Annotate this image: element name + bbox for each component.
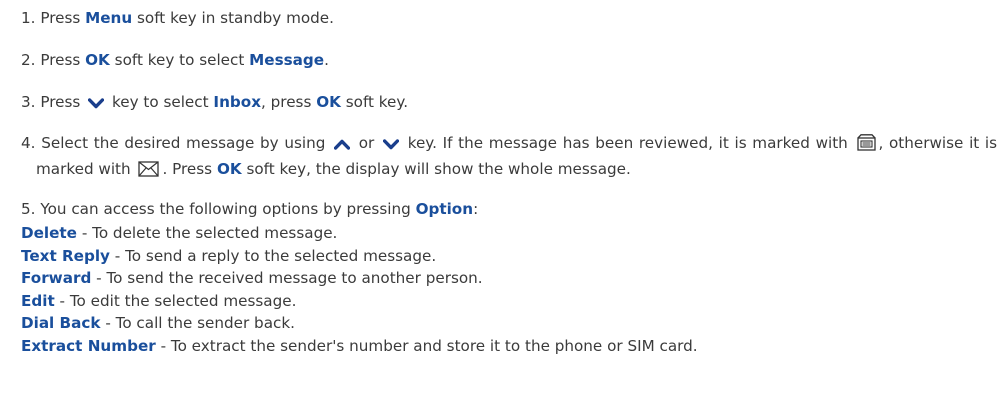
step-text: Select the desired message by using <box>41 134 326 152</box>
step-text: soft key in standby mode. <box>137 9 334 27</box>
option-label: Forward <box>21 269 92 287</box>
step-3: 3. Press key to select Inbox, press OK s… <box>21 89 996 115</box>
unread-envelope-icon <box>138 161 160 177</box>
option-text-reply: Text Reply - To send a reply to the sele… <box>21 245 996 268</box>
step-text: soft key. <box>345 93 409 111</box>
step-text: soft key, the display will show the whol… <box>246 160 631 178</box>
option-extract-number: Extract Number - To extract the sender's… <box>21 335 996 358</box>
step-text: Press <box>40 9 81 27</box>
chevron-up-icon <box>334 138 351 151</box>
step-text: . Press <box>162 160 213 178</box>
step-text: soft key to select <box>114 51 245 69</box>
step-4: 4. Select the desired message by using o… <box>21 130 997 182</box>
menu-name-message: Message <box>249 51 325 69</box>
step-number: 5. <box>21 200 36 218</box>
step-5: 5. You can access the following options … <box>21 196 996 222</box>
option-label: Edit <box>21 291 55 310</box>
option-description: - To delete the selected message. <box>81 224 338 242</box>
chevron-down-icon <box>88 97 105 110</box>
step-text: or <box>358 134 375 152</box>
option-dial-back: Dial Back - To call the sender back. <box>21 312 996 335</box>
option-description: - To call the sender back. <box>105 314 295 332</box>
step-number: 1. <box>21 9 36 27</box>
step-text: You can access the following options by … <box>40 200 411 218</box>
options-list: Delete - To delete the selected message.… <box>21 222 996 357</box>
step-text: Press <box>40 93 81 111</box>
option-description: - To send a reply to the selected messag… <box>114 246 437 265</box>
option-description: - To extract the sender's number and sto… <box>160 336 698 355</box>
instructions-document: 1. Press Menu soft key in standby mode. … <box>21 0 997 357</box>
option-label: Delete <box>21 224 77 242</box>
chevron-down-icon <box>383 138 399 151</box>
step-1: 1. Press Menu soft key in standby mode. <box>21 5 996 31</box>
key-name-menu: Menu <box>85 9 133 27</box>
key-name-ok: OK <box>316 93 341 111</box>
step-text: key to select <box>111 93 209 111</box>
key-name-option: Option <box>415 200 474 218</box>
step-number: 3. <box>21 93 36 111</box>
step-text: : <box>473 200 479 218</box>
step-2: 2. Press OK soft key to select Message. <box>21 47 996 73</box>
key-name-ok: OK <box>216 160 242 178</box>
key-name-ok: OK <box>85 51 110 69</box>
option-forward: Forward - To send the received message t… <box>21 267 996 290</box>
step-number: 2. <box>21 51 36 69</box>
step-number: 4. <box>21 134 36 152</box>
step-text: . <box>324 51 329 69</box>
option-label: Dial Back <box>21 314 101 332</box>
step-text: key. If the message has been reviewed, i… <box>407 134 848 152</box>
option-description: - To edit the selected message. <box>59 291 297 310</box>
step-text: Press <box>40 51 81 69</box>
option-description: - To send the received message to anothe… <box>96 269 483 287</box>
option-label: Text Reply <box>21 246 110 265</box>
read-message-icon <box>856 134 876 151</box>
option-edit: Edit - To edit the selected message. <box>21 290 996 313</box>
step-text: , press <box>261 93 312 111</box>
option-label: Extract Number <box>21 336 156 355</box>
menu-name-inbox: Inbox <box>213 93 261 111</box>
option-delete: Delete - To delete the selected message. <box>21 222 996 245</box>
